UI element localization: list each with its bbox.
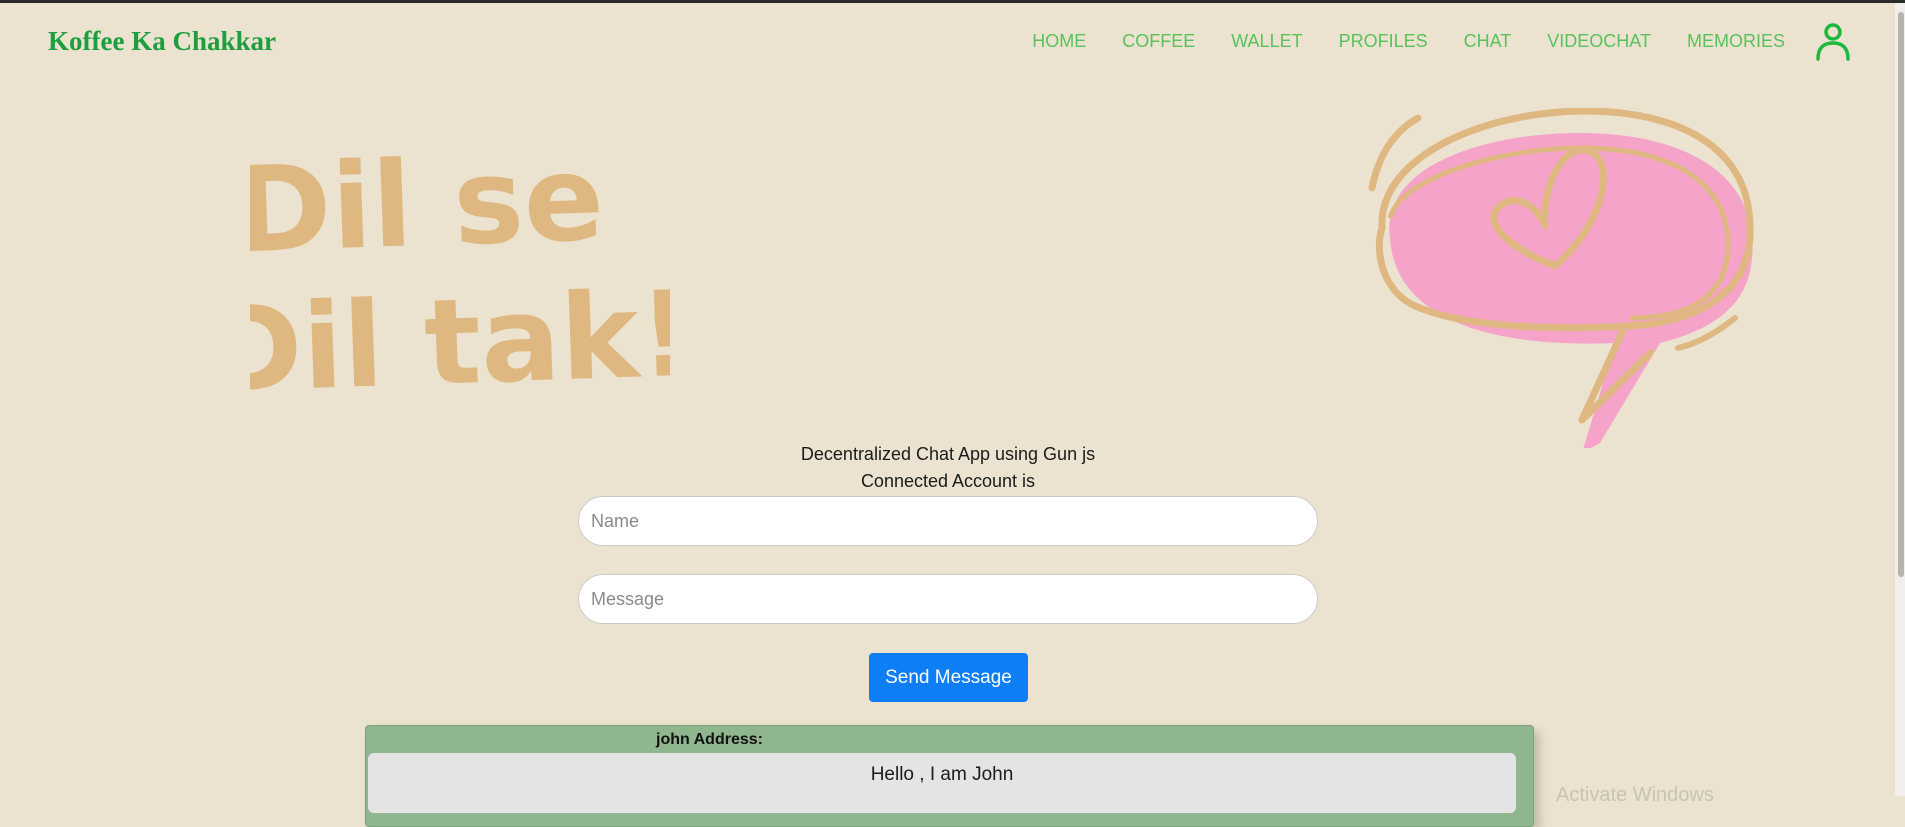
name-input[interactable] (578, 496, 1318, 546)
message-input[interactable] (578, 574, 1318, 624)
nav-coffee[interactable]: COFFEE (1122, 31, 1195, 52)
hero-line-1: Dil se (250, 135, 606, 279)
message-body: Hello , I am John (368, 753, 1516, 813)
connected-account-label: Connected Account is (860, 471, 1036, 491)
user-profile-icon[interactable] (1814, 21, 1852, 61)
nav-chat[interactable]: CHAT (1464, 31, 1512, 52)
chat-message-card: john Address: Hello , I am John (365, 725, 1534, 827)
nav-home[interactable]: HOME (1032, 31, 1086, 52)
nav-memories[interactable]: MEMORIES (1687, 31, 1785, 52)
navbar: Koffee Ka Chakkar HOME COFFEE WALLET PRO… (0, 3, 1895, 79)
hero-dil-se-dil-tak: Dil se Dil tak! (250, 135, 670, 405)
heart-speech-bubble-illustration (1368, 108, 1754, 448)
send-message-button[interactable]: Send Message (869, 653, 1028, 702)
brand-logo[interactable]: Koffee Ka Chakkar (48, 26, 276, 57)
message-text: Hello , I am John (870, 764, 1014, 785)
nav-wallet[interactable]: WALLET (1231, 31, 1302, 52)
nav-links: HOME COFFEE WALLET PROFILES CHAT VIDEOCH… (996, 31, 1785, 52)
nav-profiles[interactable]: PROFILES (1339, 31, 1428, 52)
scrollbar-thumb[interactable] (1898, 12, 1904, 577)
nav-videochat[interactable]: VIDEOCHAT (1547, 31, 1651, 52)
hero-line-2: Dil tak! (250, 265, 670, 405)
message-sender: john Address: (656, 731, 763, 748)
chat-app-title: Decentralized Chat App using Gun js (800, 444, 1096, 464)
